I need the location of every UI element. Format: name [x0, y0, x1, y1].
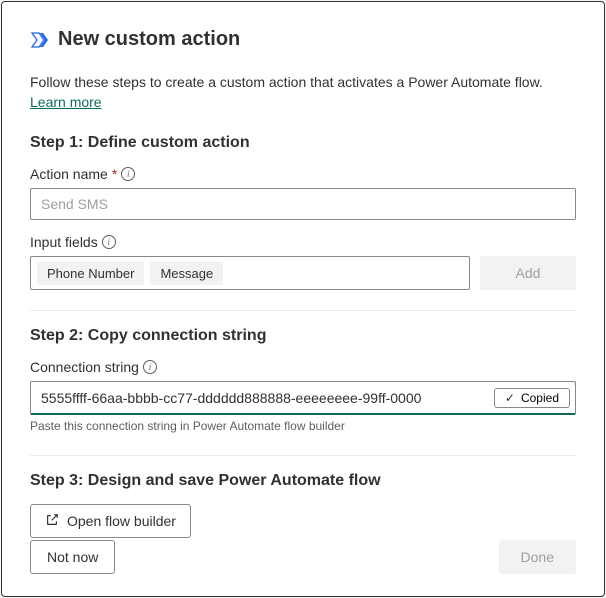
dialog-footer: Not now Done — [30, 540, 576, 574]
copied-label: Copied — [521, 391, 559, 405]
info-icon[interactable]: i — [143, 360, 157, 374]
open-flow-builder-button[interactable]: Open flow builder — [30, 504, 191, 538]
input-fields-row: Phone Number Message Add — [30, 256, 576, 290]
dialog-header: New custom action — [30, 28, 576, 51]
connection-string-row: ✓ Copied — [30, 381, 576, 415]
step2-title: Step 2: Copy connection string — [30, 327, 576, 345]
add-button[interactable]: Add — [480, 256, 576, 290]
step3-section: Step 3: Design and save Power Automate f… — [30, 472, 576, 538]
required-indicator: * — [112, 166, 117, 182]
dialog-description: Follow these steps to create a custom ac… — [30, 73, 576, 112]
action-name-label: Action name * i — [30, 166, 576, 182]
step2-section: Step 2: Copy connection string Connectio… — [30, 327, 576, 453]
copied-badge[interactable]: ✓ Copied — [494, 388, 570, 408]
open-flow-builder-label: Open flow builder — [67, 513, 176, 529]
action-name-label-text: Action name — [30, 166, 108, 182]
divider — [30, 455, 576, 456]
input-fields-label-text: Input fields — [30, 234, 98, 250]
step3-title: Step 3: Design and save Power Automate f… — [30, 472, 576, 490]
divider — [30, 310, 576, 311]
tag-phone-number[interactable]: Phone Number — [37, 262, 144, 285]
connection-string-label-text: Connection string — [30, 359, 139, 375]
dialog-title: New custom action — [58, 28, 240, 51]
connection-string-label: Connection string i — [30, 359, 576, 375]
input-fields-tags[interactable]: Phone Number Message — [30, 256, 470, 290]
description-text: Follow these steps to create a custom ac… — [30, 74, 543, 90]
learn-more-link[interactable]: Learn more — [30, 94, 102, 110]
external-link-icon — [45, 513, 59, 529]
tag-message[interactable]: Message — [150, 262, 223, 285]
check-icon: ✓ — [505, 391, 515, 405]
new-custom-action-dialog: New custom action Follow these steps to … — [1, 1, 605, 597]
not-now-button[interactable]: Not now — [30, 540, 115, 574]
step1-section: Step 1: Define custom action Action name… — [30, 134, 576, 308]
connection-helper-text: Paste this connection string in Power Au… — [30, 419, 576, 433]
done-button[interactable]: Done — [499, 540, 576, 574]
input-fields-label: Input fields i — [30, 234, 576, 250]
info-icon[interactable]: i — [121, 167, 135, 181]
info-icon[interactable]: i — [102, 235, 116, 249]
action-icon — [30, 30, 50, 50]
action-name-input[interactable] — [30, 188, 576, 220]
step1-title: Step 1: Define custom action — [30, 134, 576, 152]
